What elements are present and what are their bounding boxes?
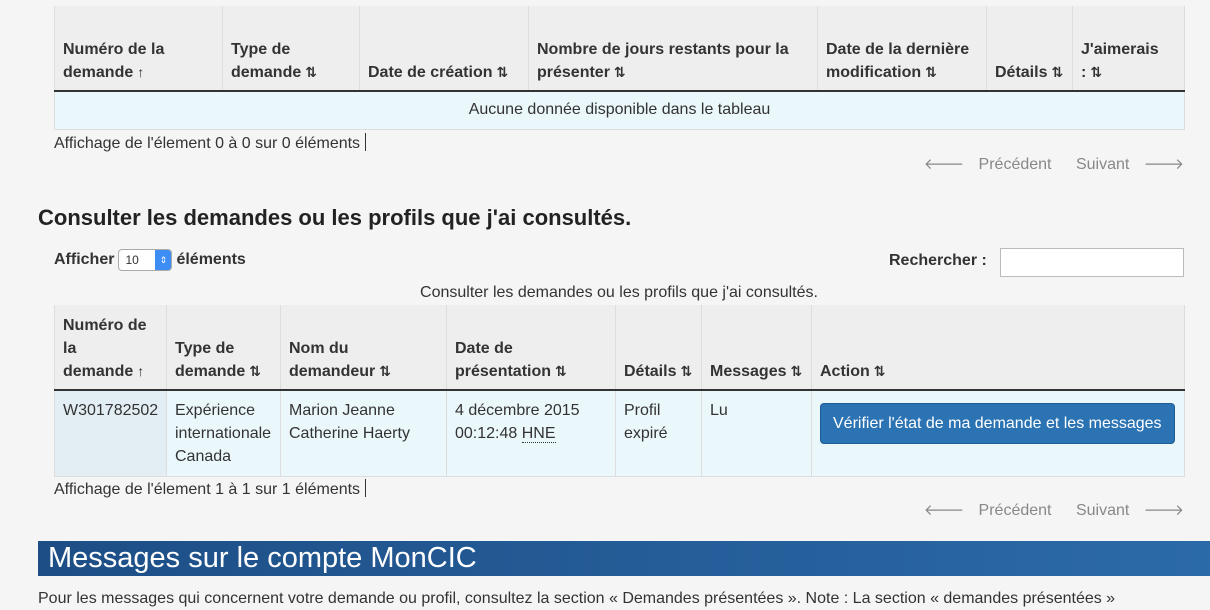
next-link[interactable]: Suivant 🡒 [1066, 156, 1184, 173]
col-type[interactable]: Type de demande ⇅ [166, 305, 281, 391]
sort-icon: ⇅ [379, 363, 391, 379]
sort-icon: ⇅ [925, 64, 937, 80]
arrow-left-icon: 🡐 [923, 156, 965, 173]
sort-icon: ⇅ [1051, 64, 1064, 80]
chevron-updown-icon: ⇕ [155, 250, 172, 270]
page-length-select[interactable]: 10 ⇕ [118, 249, 173, 271]
search-label: Rechercher : [889, 252, 987, 269]
sort-icon: ⇅ [680, 363, 693, 379]
text-cursor [365, 479, 367, 497]
col-date-presentation[interactable]: Date de présentation ⇅ [446, 305, 616, 391]
pagination: 🡐 Précédent Suivant 🡒 [904, 500, 1184, 520]
col-details[interactable]: Détails ⇅ [986, 6, 1073, 92]
sort-icon: ⇅ [613, 64, 626, 80]
col-date-creation[interactable]: Date de création ⇅ [359, 6, 529, 92]
col-type[interactable]: Type de demande ⇅ [222, 6, 360, 92]
col-nom[interactable]: Nom du demandeur ⇅ [280, 305, 447, 391]
consulted-table: Numéro de la demande ↑ Type de demande ⇅ N… [54, 305, 1185, 477]
previous-link[interactable]: 🡐 Précédent [914, 156, 1052, 173]
search-input[interactable] [1000, 248, 1184, 277]
arrow-left-icon: 🡐 [923, 502, 965, 519]
table-header-row: Numéro de la demande ↑ Type de demande ⇅ D… [54, 6, 1185, 92]
sort-icon: ⇅ [1090, 64, 1103, 80]
col-action[interactable]: Action ⇅ [811, 305, 1185, 391]
next-link[interactable]: Suivant 🡒 [1066, 502, 1184, 519]
messages-note: Pour les messages qui concernent votre d… [38, 590, 1116, 607]
col-jours-restants[interactable]: Nombre de jours restants pour la présent… [528, 6, 818, 92]
table-info: Affichage de l'élement 1 à 1 sur 1 éléme… [54, 479, 367, 499]
previous-link[interactable]: 🡐 Précédent [914, 502, 1052, 519]
table-row: W301782502 Expérience internationale Can… [54, 390, 1185, 477]
sort-icon: ⇅ [496, 64, 509, 80]
messages-banner: Messages sur le compte MonCIC [38, 541, 1210, 576]
cell-nom: Marion Jeanne Catherine Haerty [280, 390, 447, 477]
applications-table: Numéro de la demande ↑ Type de demande ⇅ D… [54, 6, 1185, 130]
sort-icon: ⇅ [555, 363, 567, 379]
cell-type: Expérience internationale Canada [166, 390, 281, 477]
pagination: 🡐 Précédent Suivant 🡒 [904, 154, 1184, 174]
table-info: Affichage de l'élement 0 à 0 sur 0 éléme… [54, 133, 367, 153]
sort-icon: ⇅ [790, 363, 803, 379]
table-header-row: Numéro de la demande ↑ Type de demande ⇅ N… [54, 305, 1185, 391]
timezone-abbr: HNE [521, 425, 556, 443]
arrow-right-icon: 🡒 [1143, 156, 1184, 173]
text-cursor [365, 133, 367, 151]
col-details[interactable]: Détails ⇅ [615, 305, 702, 391]
empty-message: Aucune donnée disponible dans le tableau [54, 91, 1185, 130]
col-numero[interactable]: Numéro de la demande ↑ [54, 305, 167, 391]
table-caption: Consulter les demandes ou les profils qu… [420, 284, 818, 301]
table-row: Aucune donnée disponible dans le tableau [54, 91, 1185, 130]
check-status-button[interactable]: Vérifier l'état de ma demande et les mes… [820, 403, 1175, 444]
col-numero[interactable]: Numéro de la demande ↑ [54, 6, 223, 92]
col-date-modification[interactable]: Date de la dernière modification ⇅ [817, 6, 987, 92]
sort-asc-icon: ↑ [137, 363, 145, 379]
cell-details: Profil expiré [615, 390, 702, 477]
cell-numero: W301782502 [54, 390, 167, 477]
sort-asc-icon: ↑ [137, 64, 145, 80]
page-length-control: Afficher 10 ⇕ éléments [54, 249, 246, 271]
sort-icon: ⇅ [249, 363, 261, 379]
cell-action: Vérifier l'état de ma demande et les mes… [811, 390, 1185, 477]
cell-messages: Lu [701, 390, 812, 477]
section-title: Consulter les demandes ou les profils qu… [38, 205, 632, 230]
col-jaimerais[interactable]: J'aimerais : ⇅ [1072, 6, 1185, 92]
cell-date: 4 décembre 2015 00:12:48 HNE [446, 390, 616, 477]
sort-icon: ⇅ [305, 64, 317, 80]
sort-icon: ⇅ [873, 363, 886, 379]
col-messages[interactable]: Messages ⇅ [701, 305, 812, 391]
arrow-right-icon: 🡒 [1143, 502, 1184, 519]
